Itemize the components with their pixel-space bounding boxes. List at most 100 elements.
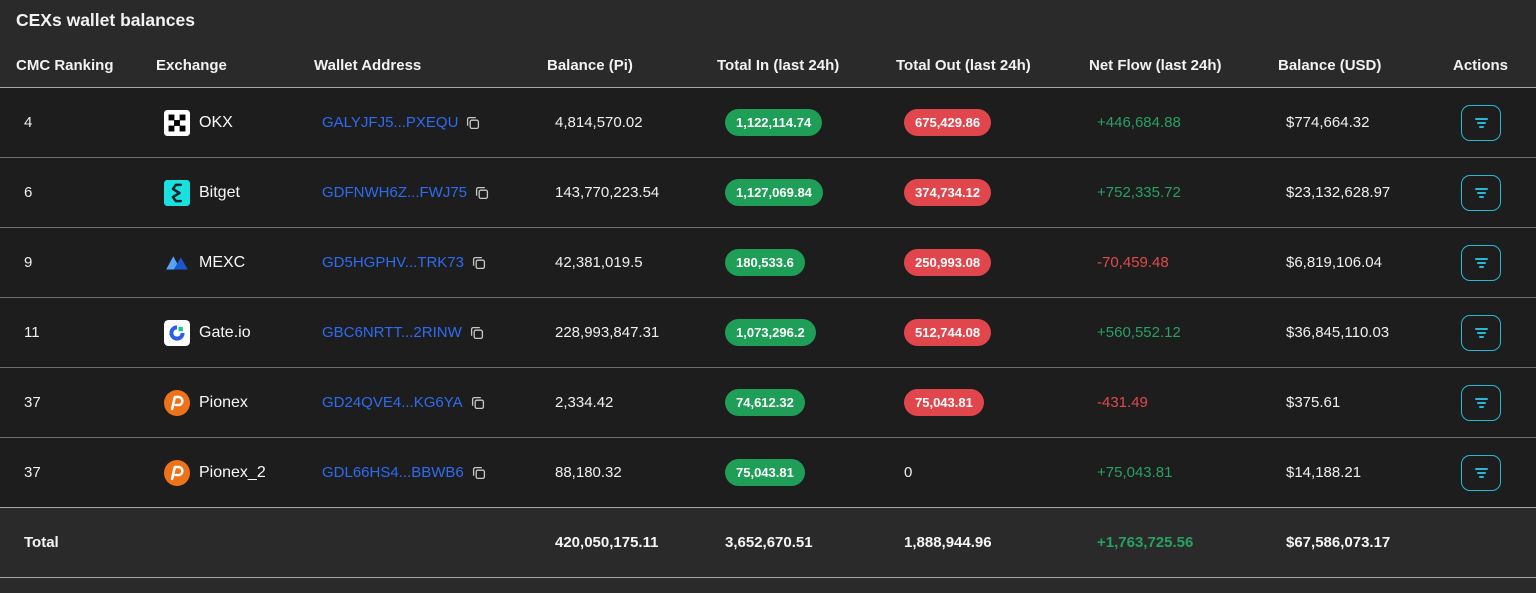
copy-icon[interactable] <box>474 185 490 201</box>
exchange-cell: Gate.io <box>156 319 314 346</box>
filter-icon <box>1474 396 1488 410</box>
actions-cell <box>1453 384 1536 421</box>
total-in-cell: 180,533.6 <box>717 249 896 276</box>
filter-action-button[interactable] <box>1461 314 1501 351</box>
cmc-ranking-cell: 4 <box>24 114 33 131</box>
filter-icon <box>1474 256 1488 270</box>
net-flow-cell: +752,335.72 <box>1097 184 1181 201</box>
column-header-exchange: Exchange <box>156 57 227 74</box>
total-out-value: 0 <box>904 464 913 481</box>
total-in-cell: 1,122,114.74 <box>717 109 896 136</box>
column-header-actions: Actions <box>1453 57 1509 74</box>
total-net-flow: +1,763,725.56 <box>1097 534 1194 551</box>
wallet-address-cell: GBC6NRTT...2RINW <box>314 324 547 341</box>
wallet-address-link[interactable]: GBC6NRTT...2RINW <box>322 324 462 341</box>
total-out-badge: 250,993.08 <box>904 249 992 276</box>
total-balance-usd: $67,586,073.17 <box>1286 534 1391 551</box>
filter-icon <box>1474 326 1488 340</box>
wallet-address-link[interactable]: GD5HGPHV...TRK73 <box>322 254 464 271</box>
table-header-row: CMC Ranking Exchange Wallet Address Bala… <box>0 32 1536 88</box>
filter-action-button[interactable] <box>1461 244 1501 281</box>
column-header-total-in: Total In (last 24h) <box>717 57 840 74</box>
pionex-logo-icon <box>164 389 190 416</box>
total-out-value: 1,888,944.96 <box>904 534 992 551</box>
wallet-address-link[interactable]: GDL66HS4...BBWB6 <box>322 464 464 481</box>
wallet-address-link[interactable]: GALYJFJ5...PXEQU <box>322 114 458 131</box>
filter-action-button[interactable] <box>1461 384 1501 421</box>
actions-cell <box>1453 244 1536 281</box>
column-header-balance-pi: Balance (Pi) <box>547 57 633 74</box>
wallet-address-cell: GD5HGPHV...TRK73 <box>314 254 547 271</box>
total-in-value: 3,652,670.51 <box>725 534 813 551</box>
actions-cell <box>1453 174 1536 211</box>
total-out-badge: 512,744.08 <box>904 319 992 346</box>
table-row: 9 MEXC GD5HGPHV...TRK73 42,381,019.5 180… <box>0 228 1536 298</box>
balance-usd-cell: $375.61 <box>1286 394 1341 411</box>
total-in-badge: 1,122,114.74 <box>725 109 823 136</box>
copy-icon[interactable] <box>471 465 487 481</box>
copy-icon[interactable] <box>465 115 481 131</box>
total-in-badge: 180,533.6 <box>725 249 805 276</box>
total-in-cell: 74,612.32 <box>717 389 896 416</box>
bitget-logo-icon <box>164 179 190 206</box>
actions-cell <box>1453 314 1536 351</box>
exchange-name: OKX <box>199 113 233 131</box>
copy-icon[interactable] <box>471 255 487 271</box>
wallet-address-link[interactable]: GDFNWH6Z...FWJ75 <box>322 184 467 201</box>
wallet-address-cell: GALYJFJ5...PXEQU <box>314 114 547 131</box>
filter-icon <box>1474 466 1488 480</box>
exchange-name: Pionex <box>199 393 248 411</box>
total-in-cell: 75,043.81 <box>717 459 896 486</box>
balance-pi-cell: 143,770,223.54 <box>555 184 660 201</box>
balance-pi-cell: 228,993,847.31 <box>555 324 660 341</box>
total-in-badge: 74,612.32 <box>725 389 805 416</box>
cmc-ranking-cell: 6 <box>24 184 33 201</box>
column-header-balance-usd: Balance (USD) <box>1278 57 1382 74</box>
column-header-wallet-address: Wallet Address <box>314 57 422 74</box>
cmc-ranking-cell: 9 <box>24 254 33 271</box>
mexc-logo-icon <box>164 250 190 276</box>
column-header-total-out: Total Out (last 24h) <box>896 57 1031 74</box>
total-in-badge: 1,073,296.2 <box>725 319 816 346</box>
total-out-badge: 675,429.86 <box>904 109 992 136</box>
cmc-ranking-cell: 11 <box>24 324 40 341</box>
filter-action-button[interactable] <box>1461 174 1501 211</box>
balance-pi-cell: 4,814,570.02 <box>555 114 643 131</box>
balance-usd-cell: $14,188.21 <box>1286 464 1362 481</box>
net-flow-cell: +75,043.81 <box>1097 464 1173 481</box>
total-row: Total 420,050,175.11 3,652,670.51 1,888,… <box>0 508 1536 578</box>
table-row: 37 Pionex_2 GDL66HS4...BBWB6 88,180.32 7… <box>0 438 1536 508</box>
net-flow-cell: +446,684.88 <box>1097 114 1181 131</box>
pionex-logo-icon <box>164 459 190 486</box>
cmc-ranking-cell: 37 <box>24 394 41 411</box>
exchange-cell: Pionex <box>156 389 314 416</box>
exchange-cell: Bitget <box>156 179 314 206</box>
exchange-cell: OKX <box>156 109 314 136</box>
wallet-address-link[interactable]: GD24QVE4...KG6YA <box>322 394 463 411</box>
exchange-name: Bitget <box>199 183 240 201</box>
copy-icon[interactable] <box>469 325 485 341</box>
total-in-cell: 1,127,069.84 <box>717 179 896 206</box>
filter-action-button[interactable] <box>1461 104 1501 141</box>
exchange-name: MEXC <box>199 253 246 271</box>
exchange-name: Pionex_2 <box>199 463 266 481</box>
balance-pi-cell: 42,381,019.5 <box>555 254 643 271</box>
exchange-name: Gate.io <box>199 323 251 341</box>
total-out-cell: 512,744.08 <box>896 319 1089 346</box>
wallet-address-cell: GDFNWH6Z...FWJ75 <box>314 184 547 201</box>
filter-icon <box>1474 186 1488 200</box>
wallet-address-cell: GD24QVE4...KG6YA <box>314 394 547 411</box>
copy-icon[interactable] <box>470 395 486 411</box>
filter-action-button[interactable] <box>1461 454 1501 491</box>
exchange-cell: Pionex_2 <box>156 459 314 486</box>
filter-icon <box>1474 116 1488 130</box>
cmc-ranking-cell: 37 <box>24 464 41 481</box>
table-body: 4 OKX GALYJFJ5...PXEQU 4,814,570.02 1,12… <box>0 88 1536 508</box>
total-out-cell: 374,734.12 <box>896 179 1089 206</box>
column-header-net-flow: Net Flow (last 24h) <box>1089 57 1222 74</box>
gateio-logo-icon <box>164 319 190 346</box>
table-row: 4 OKX GALYJFJ5...PXEQU 4,814,570.02 1,12… <box>0 88 1536 158</box>
net-flow-cell: -70,459.48 <box>1097 254 1169 271</box>
cex-wallet-balances-page: CEXs wallet balances CMC Ranking Exchang… <box>0 0 1536 593</box>
balance-usd-cell: $23,132,628.97 <box>1286 184 1391 201</box>
